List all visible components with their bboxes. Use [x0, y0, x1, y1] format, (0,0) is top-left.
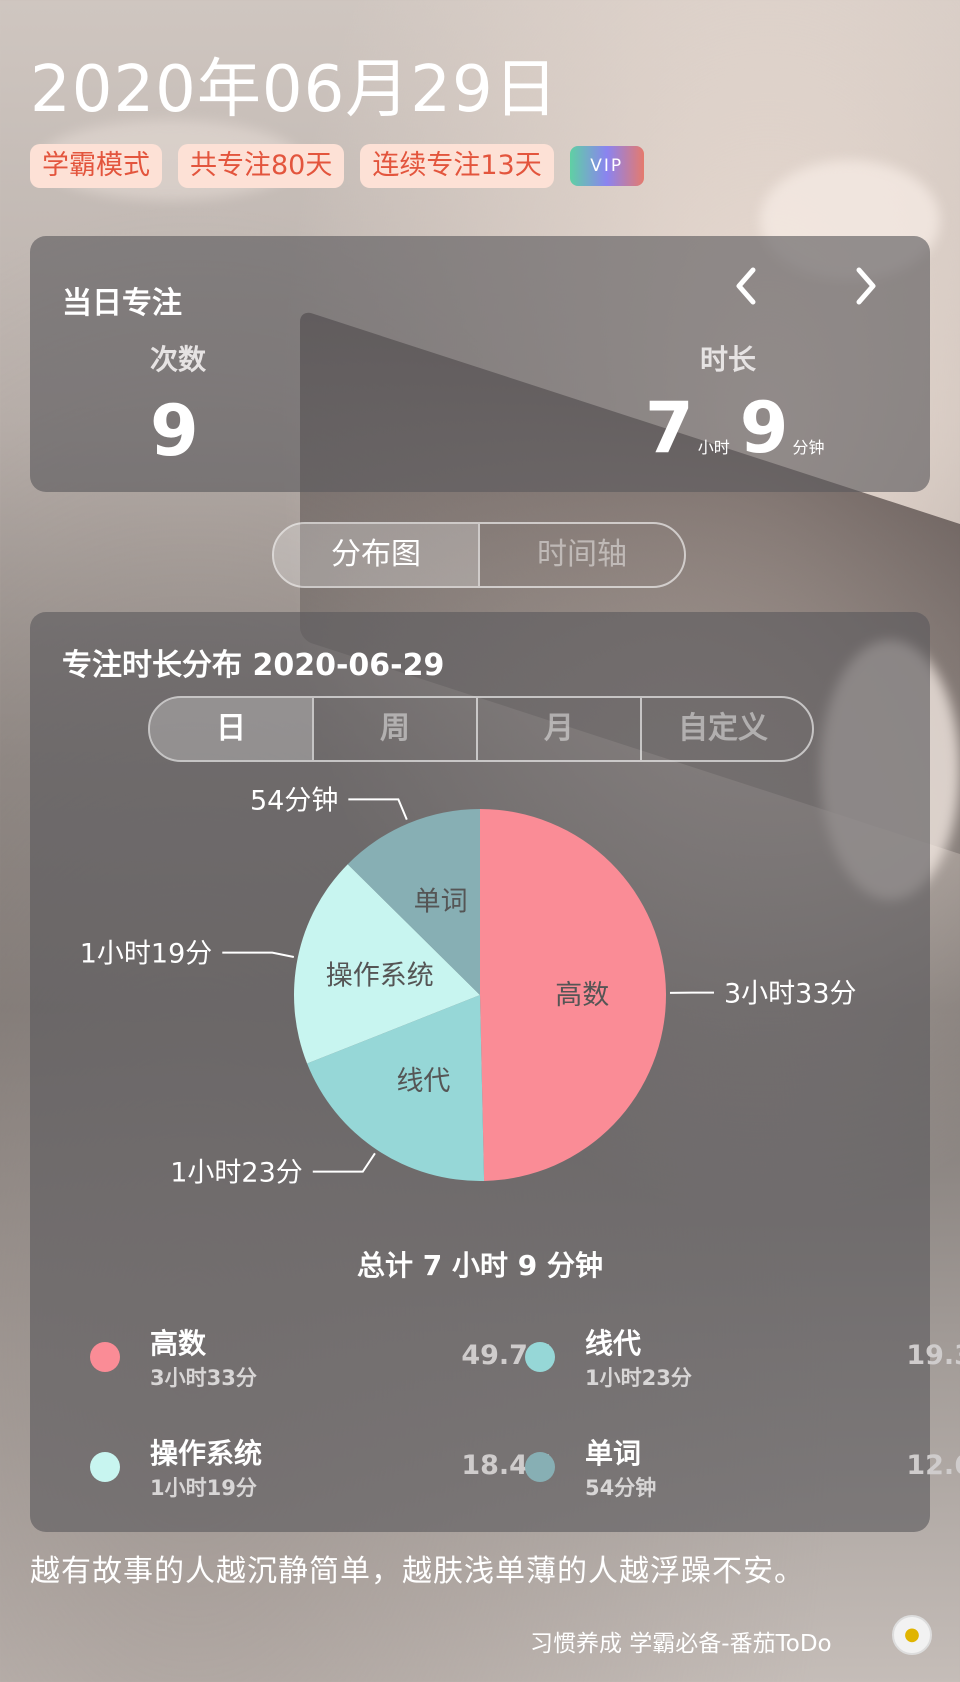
pie-slice-label: 单词	[414, 887, 468, 918]
pie-slice-label: 线代	[396, 1066, 450, 1097]
footer-text: 习惯养成 学霸必备-番茄ToDo	[530, 1631, 832, 1657]
pie-slice-label: 操作系统	[326, 961, 434, 992]
pie-leader-line	[222, 951, 295, 958]
legend-item: 操作系统 1小时19分 18.4%	[90, 1432, 555, 1512]
quote-text: 越有故事的人越沉静简单，越肤浅单薄的人越浮躁不安。	[30, 1554, 805, 1589]
legend-name: 单词	[585, 1437, 642, 1470]
pie-leader-line	[348, 798, 408, 821]
legend-name: 线代	[585, 1327, 642, 1360]
legend-dot	[90, 1342, 120, 1372]
total-summary: 总计 7 小时 9 分钟	[357, 1249, 603, 1282]
distribution-pie-chart: 高数 3小时33分线代 1小时23分 操作系统 1小时19分 单词 54分钟	[80, 785, 857, 1189]
pie-leader-line	[312, 1152, 376, 1173]
legend-time: 3小时33分	[150, 1366, 257, 1390]
legend-name: 操作系统	[150, 1437, 263, 1470]
pie-value-label: 1小时19分	[80, 939, 213, 970]
legend-dot	[525, 1342, 555, 1372]
legend-time: 1小时23分	[585, 1366, 692, 1390]
legend-item: 线代 1小时23分 19.3%	[525, 1322, 960, 1402]
legend-time: 1小时19分	[150, 1476, 257, 1500]
app-logo-icon[interactable]: ●	[892, 1615, 932, 1655]
legend-time: 54分钟	[585, 1476, 657, 1500]
legend-dot	[525, 1452, 555, 1482]
legend-item: 高数 3小时33分 49.7%	[90, 1322, 555, 1402]
pie-value-label: 54分钟	[250, 785, 338, 816]
legend-dot	[90, 1452, 120, 1482]
pie-value-label: 1小时23分	[170, 1158, 303, 1189]
legend-percent: 19.3%	[906, 1340, 960, 1371]
legend-percent: 12.6%	[906, 1450, 960, 1481]
pie-value-label: 3小时33分	[724, 979, 857, 1010]
legend-name: 高数	[150, 1327, 207, 1360]
pie-slice-label: 高数	[555, 980, 609, 1011]
legend-item: 单词 54分钟 12.6%	[525, 1432, 960, 1512]
